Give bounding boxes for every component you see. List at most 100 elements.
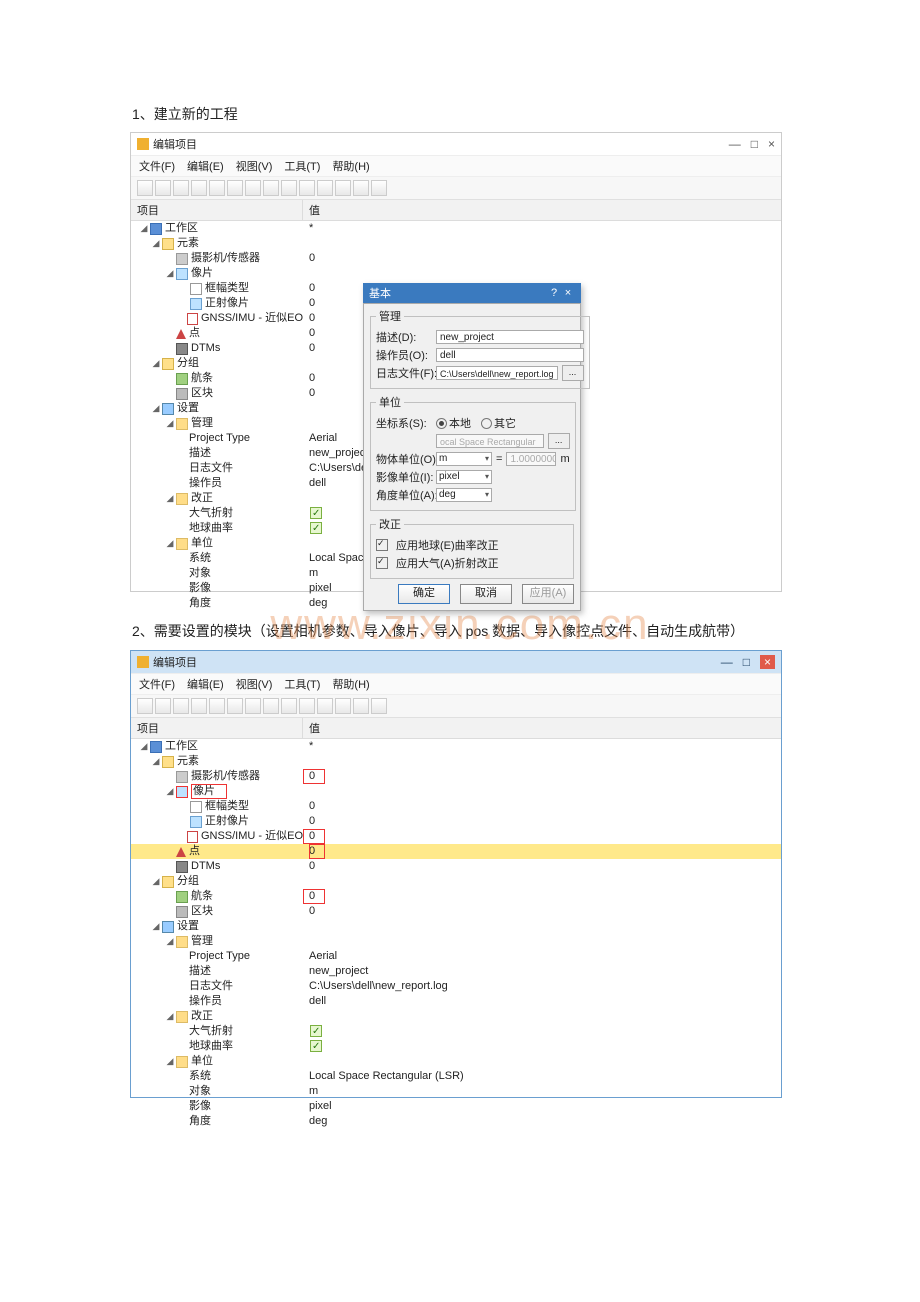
tree-angle[interactable]: 角度	[189, 596, 211, 611]
tree-units[interactable]: 单位	[191, 536, 213, 551]
dialog-close-button[interactable]: ×	[561, 287, 575, 299]
tree-ortho[interactable]: 正射像片	[205, 814, 249, 829]
tree-images[interactable]: 像片	[191, 266, 213, 281]
tree-oper[interactable]: 操作员	[189, 476, 222, 491]
tree-camera[interactable]: 摄影机/传感器	[191, 769, 260, 784]
menu-file[interactable]: 文件(F)	[139, 158, 175, 174]
img-unit-select[interactable]: pixel▾	[436, 470, 492, 484]
ang-unit-select[interactable]: deg▾	[436, 488, 492, 502]
tree-strips[interactable]: 航条	[191, 889, 213, 904]
tree-groups[interactable]: 分组	[177, 874, 199, 889]
tree-image[interactable]: 影像	[189, 1099, 211, 1114]
toolbar-button[interactable]	[317, 180, 333, 196]
close-button[interactable]: ×	[760, 655, 775, 669]
toolbar-button[interactable]	[155, 698, 171, 714]
cancel-button[interactable]: 取消	[460, 584, 512, 604]
tree-elements[interactable]: 元素	[177, 236, 199, 251]
toolbar-button[interactable]	[137, 180, 153, 196]
tree-blocks[interactable]: 区块	[191, 904, 213, 919]
menu-tool[interactable]: 工具(T)	[284, 676, 320, 692]
menu-tool[interactable]: 工具(T)	[284, 158, 320, 174]
tree-correct[interactable]: 改正	[191, 1009, 213, 1024]
toolbar-button[interactable]	[173, 180, 189, 196]
obj-unit-select[interactable]: m▾	[436, 452, 492, 466]
tree-image[interactable]: 影像	[189, 581, 211, 596]
tree-desc[interactable]: 描述	[189, 964, 211, 979]
tree-settings[interactable]: 设置	[177, 919, 199, 934]
obj-factor-input[interactable]: 1.00000000	[506, 452, 556, 466]
menu-help[interactable]: 帮助(H)	[332, 158, 369, 174]
tree-object[interactable]: 对象	[189, 566, 211, 581]
toolbar-button[interactable]	[281, 698, 297, 714]
tree-desc[interactable]: 描述	[189, 446, 211, 461]
toolbar-button[interactable]	[191, 180, 207, 196]
desc-input[interactable]: new_project	[436, 330, 584, 344]
tree-blocks[interactable]: 区块	[191, 386, 213, 401]
tree-ortho[interactable]: 正射像片	[205, 296, 249, 311]
toolbar-button[interactable]	[209, 180, 225, 196]
tree-gnss[interactable]: GNSS/IMU - 近似EO	[201, 829, 303, 844]
tree-oper[interactable]: 操作员	[189, 994, 222, 1009]
menu-file[interactable]: 文件(F)	[139, 676, 175, 692]
tree-manage[interactable]: 管理	[191, 416, 213, 431]
tree-dtms[interactable]: DTMs	[191, 341, 220, 356]
log-input[interactable]: C:\Users\dell\new_report.log	[436, 366, 558, 380]
log-browse-button[interactable]: ...	[562, 365, 584, 381]
tree-logf[interactable]: 日志文件	[189, 979, 233, 994]
tree-gnss[interactable]: GNSS/IMU - 近似EO	[201, 311, 303, 326]
tree-system[interactable]: 系统	[189, 1069, 211, 1084]
toolbar-button[interactable]	[209, 698, 225, 714]
tree-groups[interactable]: 分组	[177, 356, 199, 371]
radio-other[interactable]: 其它	[481, 415, 516, 431]
menu-edit[interactable]: 编辑(E)	[187, 676, 224, 692]
toolbar-button[interactable]	[173, 698, 189, 714]
toolbar-button[interactable]	[155, 180, 171, 196]
tree-system[interactable]: 系统	[189, 551, 211, 566]
tree-workspace[interactable]: 工作区	[165, 221, 198, 236]
toolbar-button[interactable]	[353, 180, 369, 196]
toolbar-button[interactable]	[227, 180, 243, 196]
tree-strips[interactable]: 航条	[191, 371, 213, 386]
toolbar-button[interactable]	[371, 698, 387, 714]
toolbar-button[interactable]	[227, 698, 243, 714]
tree-elements[interactable]: 元素	[177, 754, 199, 769]
tree-points[interactable]: 点	[189, 844, 200, 859]
apply-button[interactable]: 应用(A)	[522, 584, 574, 604]
project-tree-2[interactable]: ◢工作区* ◢元素 摄影机/传感器0 ◢像片 框幅类型0 正射像片0 GNSS/…	[131, 739, 781, 1129]
menu-view[interactable]: 视图(V)	[236, 676, 273, 692]
tree-points[interactable]: 点	[189, 326, 200, 341]
toolbar-button[interactable]	[263, 698, 279, 714]
tree-frame[interactable]: 框幅类型	[205, 281, 249, 296]
maximize-button[interactable]: □	[751, 137, 758, 151]
tree-ptype[interactable]: Project Type	[189, 431, 250, 446]
toolbar-button[interactable]	[263, 180, 279, 196]
tree-frame[interactable]: 框幅类型	[205, 799, 249, 814]
tree-workspace[interactable]: 工作区	[165, 739, 198, 754]
dialog-titlebar[interactable]: 基本 ? ×	[363, 283, 581, 303]
earth-checkbox[interactable]	[376, 539, 388, 551]
coord-browse-button[interactable]: ...	[548, 433, 570, 449]
operator-input[interactable]: dell	[436, 348, 584, 362]
toolbar-button[interactable]	[245, 698, 261, 714]
close-button[interactable]: ×	[768, 137, 775, 151]
tree-object[interactable]: 对象	[189, 1084, 211, 1099]
tree-angle[interactable]: 角度	[189, 1114, 211, 1129]
toolbar-button[interactable]	[371, 180, 387, 196]
tree-logf[interactable]: 日志文件	[189, 461, 233, 476]
toolbar-button[interactable]	[299, 698, 315, 714]
tree-settings[interactable]: 设置	[177, 401, 199, 416]
toolbar-button[interactable]	[299, 180, 315, 196]
menu-help[interactable]: 帮助(H)	[332, 676, 369, 692]
ok-button[interactable]: 确定	[398, 584, 450, 604]
toolbar-button[interactable]	[317, 698, 333, 714]
toolbar-button[interactable]	[191, 698, 207, 714]
tree-correct[interactable]: 改正	[191, 491, 213, 506]
toolbar-button[interactable]	[281, 180, 297, 196]
toolbar-button[interactable]	[335, 180, 351, 196]
toolbar-button[interactable]	[353, 698, 369, 714]
tree-ptype[interactable]: Project Type	[189, 949, 250, 964]
tree-camera[interactable]: 摄影机/传感器	[191, 251, 260, 266]
menu-edit[interactable]: 编辑(E)	[187, 158, 224, 174]
tree-earth[interactable]: 地球曲率	[189, 1039, 233, 1054]
tree-dtms[interactable]: DTMs	[191, 859, 220, 874]
